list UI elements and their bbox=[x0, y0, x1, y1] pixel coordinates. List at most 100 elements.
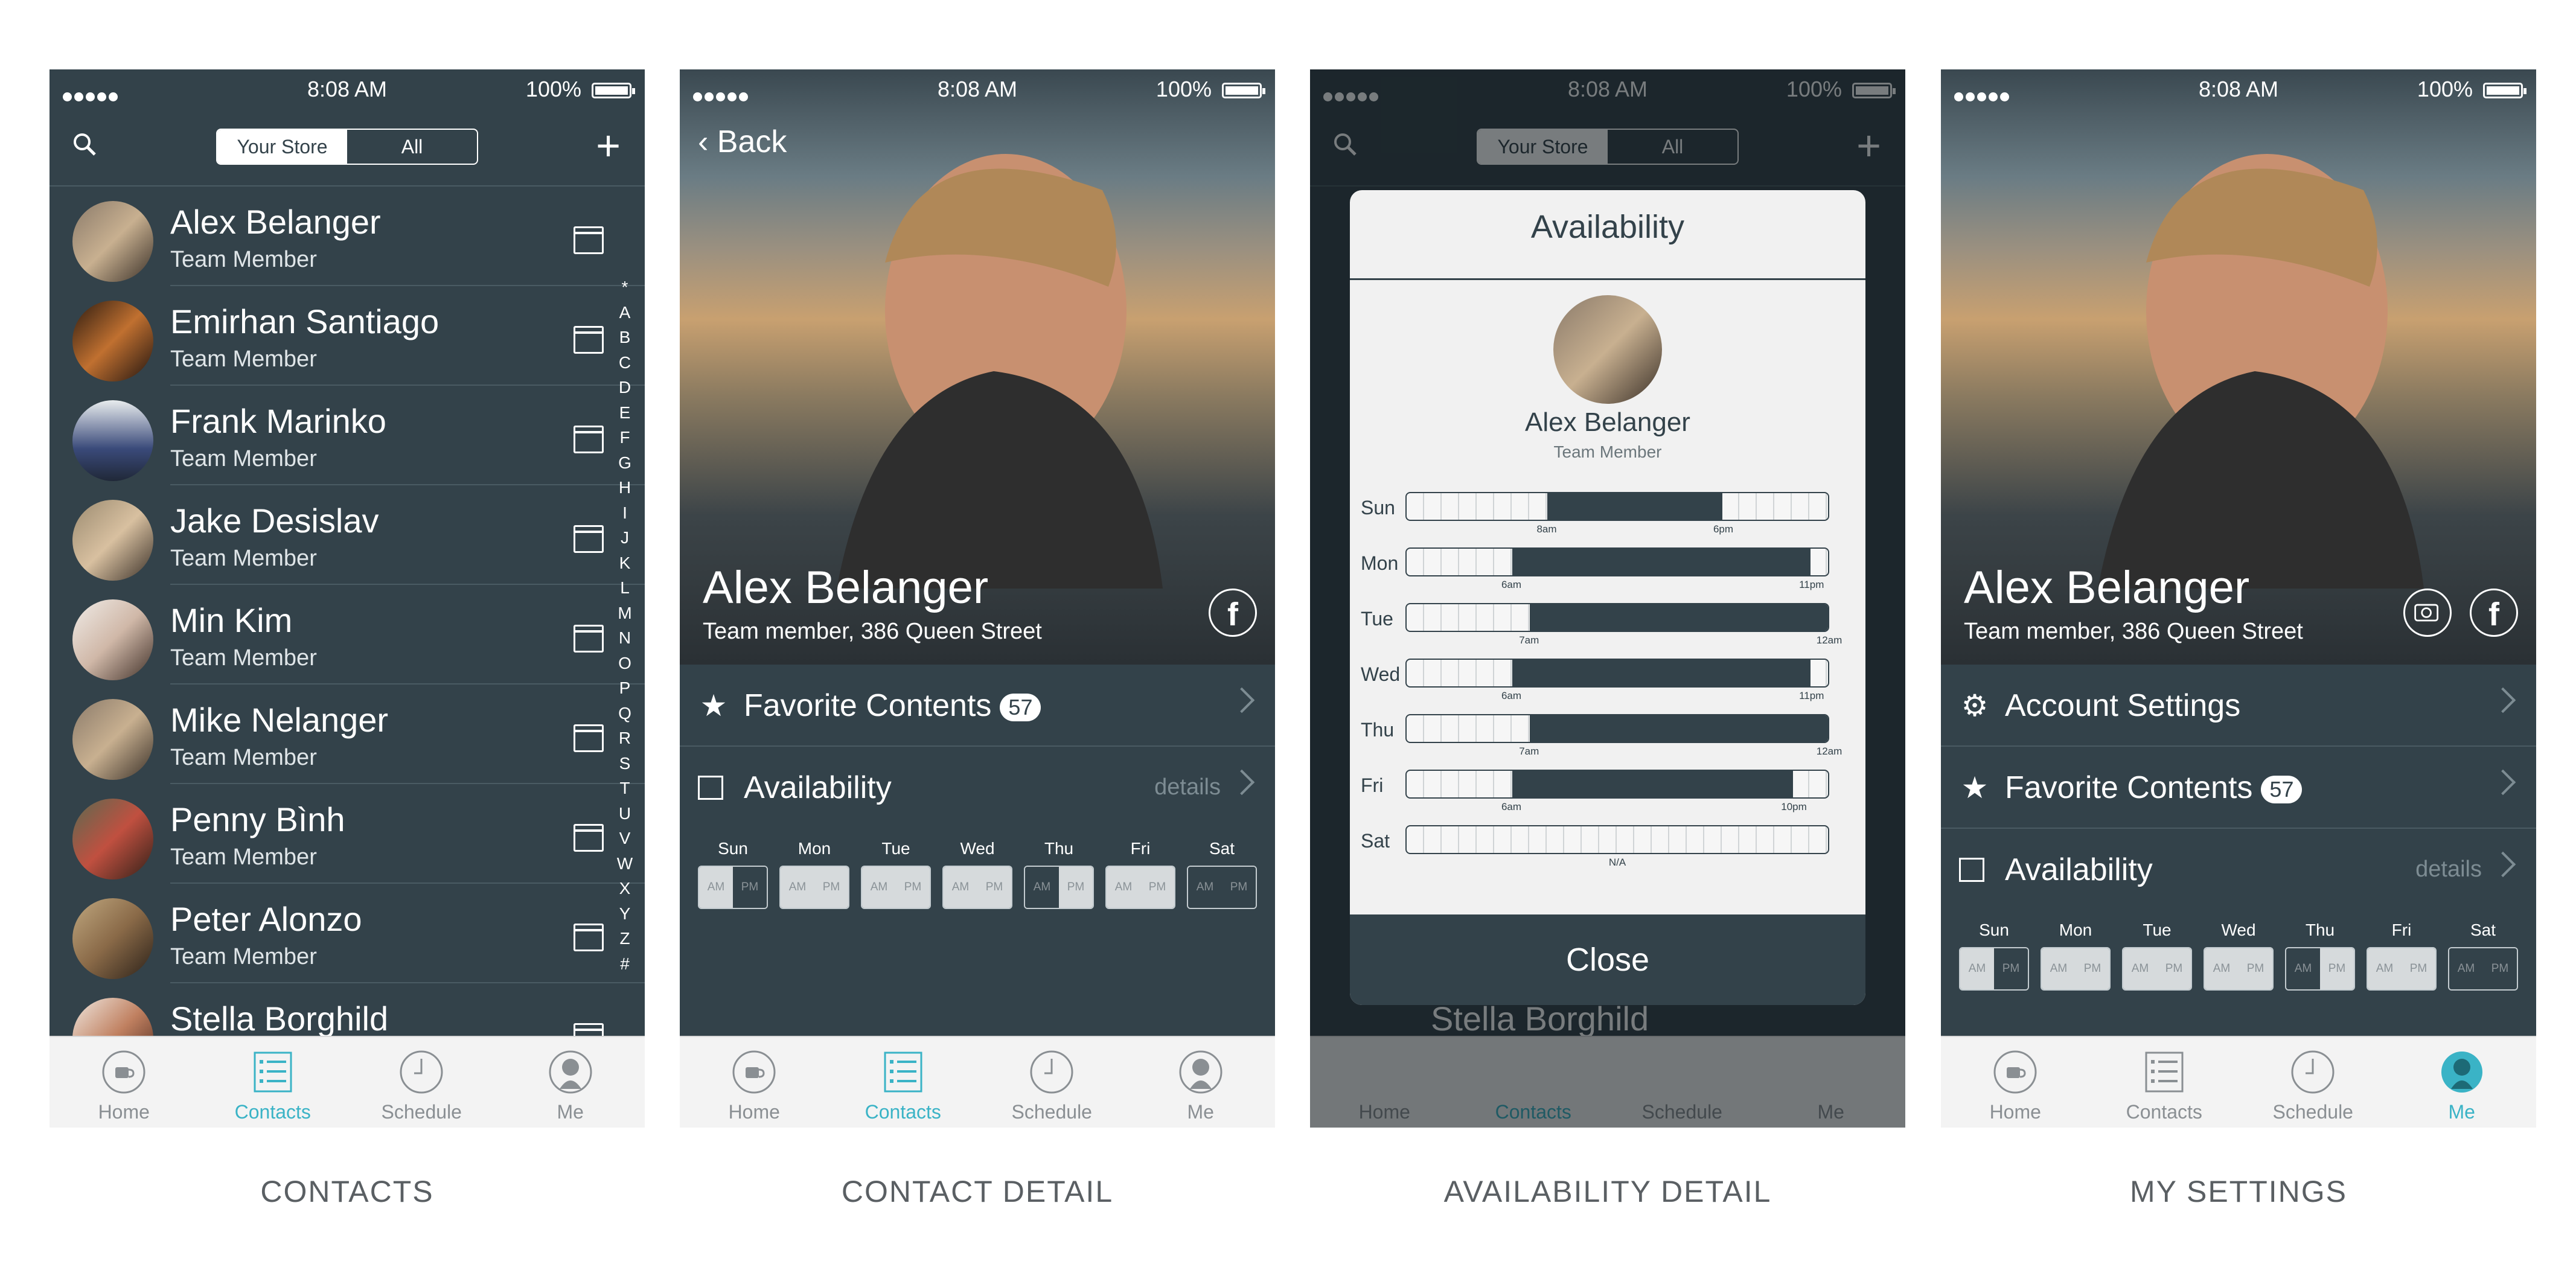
gear-icon: ⚙ bbox=[1961, 689, 1989, 723]
tab-home[interactable]: Home bbox=[1941, 1037, 2090, 1128]
day-name: Wed bbox=[2221, 921, 2256, 939]
details-link[interactable]: details bbox=[1154, 774, 1221, 800]
am-pm-toggle[interactable]: AM PM bbox=[2367, 947, 2437, 991]
alphabet-letter[interactable]: S bbox=[616, 751, 634, 776]
day-name: Mon bbox=[797, 839, 831, 858]
alphabet-letter[interactable]: # bbox=[616, 951, 634, 977]
calendar-icon[interactable] bbox=[574, 924, 604, 951]
availability-row[interactable]: Availability details bbox=[680, 747, 1275, 828]
contact-row[interactable]: Peter Alonzo Team Member bbox=[50, 884, 645, 983]
alphabet-letter[interactable]: N bbox=[616, 625, 634, 651]
alphabet-letter[interactable]: O bbox=[616, 651, 634, 676]
day-name: Thu bbox=[1044, 839, 1074, 858]
alphabet-letter[interactable]: M bbox=[616, 601, 634, 626]
calendar-icon[interactable] bbox=[574, 226, 604, 254]
favorite-contents-row[interactable]: ★ Favorite Contents 57 bbox=[1941, 747, 2536, 829]
add-contact-button[interactable]: + bbox=[596, 121, 621, 170]
alphabet-letter[interactable]: Y bbox=[616, 901, 634, 927]
favorite-contents-row[interactable]: ★ Favorite Contents 57 bbox=[680, 665, 1275, 747]
details-link[interactable]: details bbox=[2415, 857, 2482, 882]
alphabet-letter[interactable]: * bbox=[616, 275, 634, 300]
status-bar: 8:08 AM 100% bbox=[1941, 69, 2536, 109]
am-pm-toggle[interactable]: AM PM bbox=[1105, 866, 1175, 909]
alphabet-letter[interactable]: V bbox=[616, 826, 634, 851]
am-pm-toggle[interactable]: AM PM bbox=[779, 866, 849, 909]
contact-row[interactable]: Min Kim Team Member bbox=[50, 585, 645, 685]
alphabet-letter[interactable]: W bbox=[616, 851, 634, 876]
chevron-right-icon bbox=[2490, 851, 2516, 878]
alphabet-letter[interactable]: G bbox=[616, 450, 634, 476]
alphabet-letter[interactable]: H bbox=[616, 475, 634, 500]
tab-schedule[interactable]: Schedule bbox=[977, 1037, 1127, 1128]
facebook-icon[interactable]: f bbox=[1209, 589, 1257, 637]
alphabet-letter[interactable]: A bbox=[616, 300, 634, 325]
am-pm-toggle[interactable]: AM PM bbox=[2204, 947, 2274, 991]
am-pm-toggle[interactable]: AM PM bbox=[2041, 947, 2111, 991]
alphabet-letter[interactable]: K bbox=[616, 551, 634, 576]
am-pm-toggle[interactable]: AM PM bbox=[942, 866, 1012, 909]
alphabet-letter[interactable]: X bbox=[616, 876, 634, 901]
alphabet-index[interactable]: * A B C D E F G H I J K L M N O P Q R S T U V W X Y Z # bbox=[616, 275, 634, 976]
segment-your-store[interactable]: Your Store bbox=[217, 130, 347, 164]
tab-contacts[interactable]: Contacts bbox=[2090, 1037, 2239, 1128]
alphabet-letter[interactable]: U bbox=[616, 801, 634, 826]
contact-name: Mike Nelanger bbox=[170, 701, 389, 739]
calendar-icon[interactable] bbox=[574, 426, 604, 453]
alphabet-letter[interactable]: T bbox=[616, 776, 634, 801]
alphabet-letter[interactable]: J bbox=[616, 525, 634, 551]
close-button[interactable]: Close bbox=[1350, 914, 1865, 1005]
alphabet-letter[interactable]: R bbox=[616, 726, 634, 751]
tab-schedule[interactable]: Schedule bbox=[2239, 1037, 2388, 1128]
tab-contacts[interactable]: Contacts bbox=[829, 1037, 978, 1128]
alphabet-letter[interactable]: Z bbox=[616, 926, 634, 951]
am-pm-toggle[interactable]: AM PM bbox=[1959, 947, 2029, 991]
contact-row[interactable]: Mike Nelanger Team Member bbox=[50, 685, 645, 784]
day-name: Tue bbox=[2143, 921, 2172, 939]
calendar-icon[interactable] bbox=[574, 625, 604, 653]
hours-track bbox=[1405, 770, 1829, 799]
contact-row[interactable]: Alex Belanger Team Member bbox=[50, 187, 645, 286]
am-pm-toggle[interactable]: AM PM bbox=[2448, 947, 2518, 991]
tab-me[interactable]: Me bbox=[2388, 1037, 2537, 1128]
am-pm-toggle[interactable]: AM PM bbox=[2285, 947, 2355, 991]
contact-row[interactable]: Penny Bình Team Member bbox=[50, 784, 645, 884]
tab-contacts[interactable]: Contacts bbox=[199, 1037, 348, 1128]
facebook-icon[interactable]: f bbox=[2470, 589, 2518, 637]
day-name: Fri bbox=[1130, 839, 1151, 858]
calendar-icon[interactable] bbox=[574, 525, 604, 553]
calendar-icon[interactable] bbox=[574, 724, 604, 752]
account-settings-row[interactable]: ⚙ Account Settings bbox=[1941, 665, 2536, 747]
contact-row[interactable]: Jake Desislav Team Member bbox=[50, 485, 645, 585]
alphabet-letter[interactable]: B bbox=[616, 325, 634, 350]
am-pm-toggle[interactable]: AM PM bbox=[1187, 866, 1257, 909]
camera-icon[interactable] bbox=[2403, 589, 2452, 637]
tab-home[interactable]: Home bbox=[680, 1037, 829, 1128]
alphabet-letter[interactable]: E bbox=[616, 400, 634, 426]
am-pm-toggle[interactable]: AM PM bbox=[1024, 866, 1094, 909]
am-slot: AM bbox=[1107, 867, 1140, 908]
alphabet-letter[interactable]: Q bbox=[616, 701, 634, 726]
battery-percent: 100% bbox=[1155, 77, 1212, 101]
contact-row[interactable]: Frank Marinko Team Member bbox=[50, 386, 645, 485]
tab-schedule[interactable]: Schedule bbox=[347, 1037, 496, 1128]
alphabet-letter[interactable]: L bbox=[616, 575, 634, 601]
alphabet-letter[interactable]: D bbox=[616, 375, 634, 400]
tab-me[interactable]: Me bbox=[1127, 1037, 1276, 1128]
alphabet-letter[interactable]: C bbox=[616, 350, 634, 375]
am-pm-toggle[interactable]: AM PM bbox=[698, 866, 768, 909]
alphabet-letter[interactable]: F bbox=[616, 425, 634, 450]
calendar-icon[interactable] bbox=[574, 824, 604, 852]
segment-all[interactable]: All bbox=[347, 130, 477, 164]
calendar-icon[interactable] bbox=[574, 326, 604, 354]
availability-row[interactable]: Availability details bbox=[1941, 829, 2536, 910]
tab-home[interactable]: Home bbox=[50, 1037, 199, 1128]
tab-me[interactable]: Me bbox=[496, 1037, 645, 1128]
am-pm-toggle[interactable]: AM PM bbox=[861, 866, 931, 909]
back-button[interactable]: ‹ Back bbox=[698, 124, 787, 160]
contact-row[interactable]: Emirhan Santiago Team Member bbox=[50, 286, 645, 386]
alphabet-letter[interactable]: P bbox=[616, 675, 634, 701]
alphabet-letter[interactable]: I bbox=[616, 500, 634, 526]
am-pm-toggle[interactable]: AM PM bbox=[2122, 947, 2192, 991]
day-availability: Thu AM PM bbox=[2285, 921, 2355, 991]
search-icon[interactable] bbox=[72, 132, 97, 156]
